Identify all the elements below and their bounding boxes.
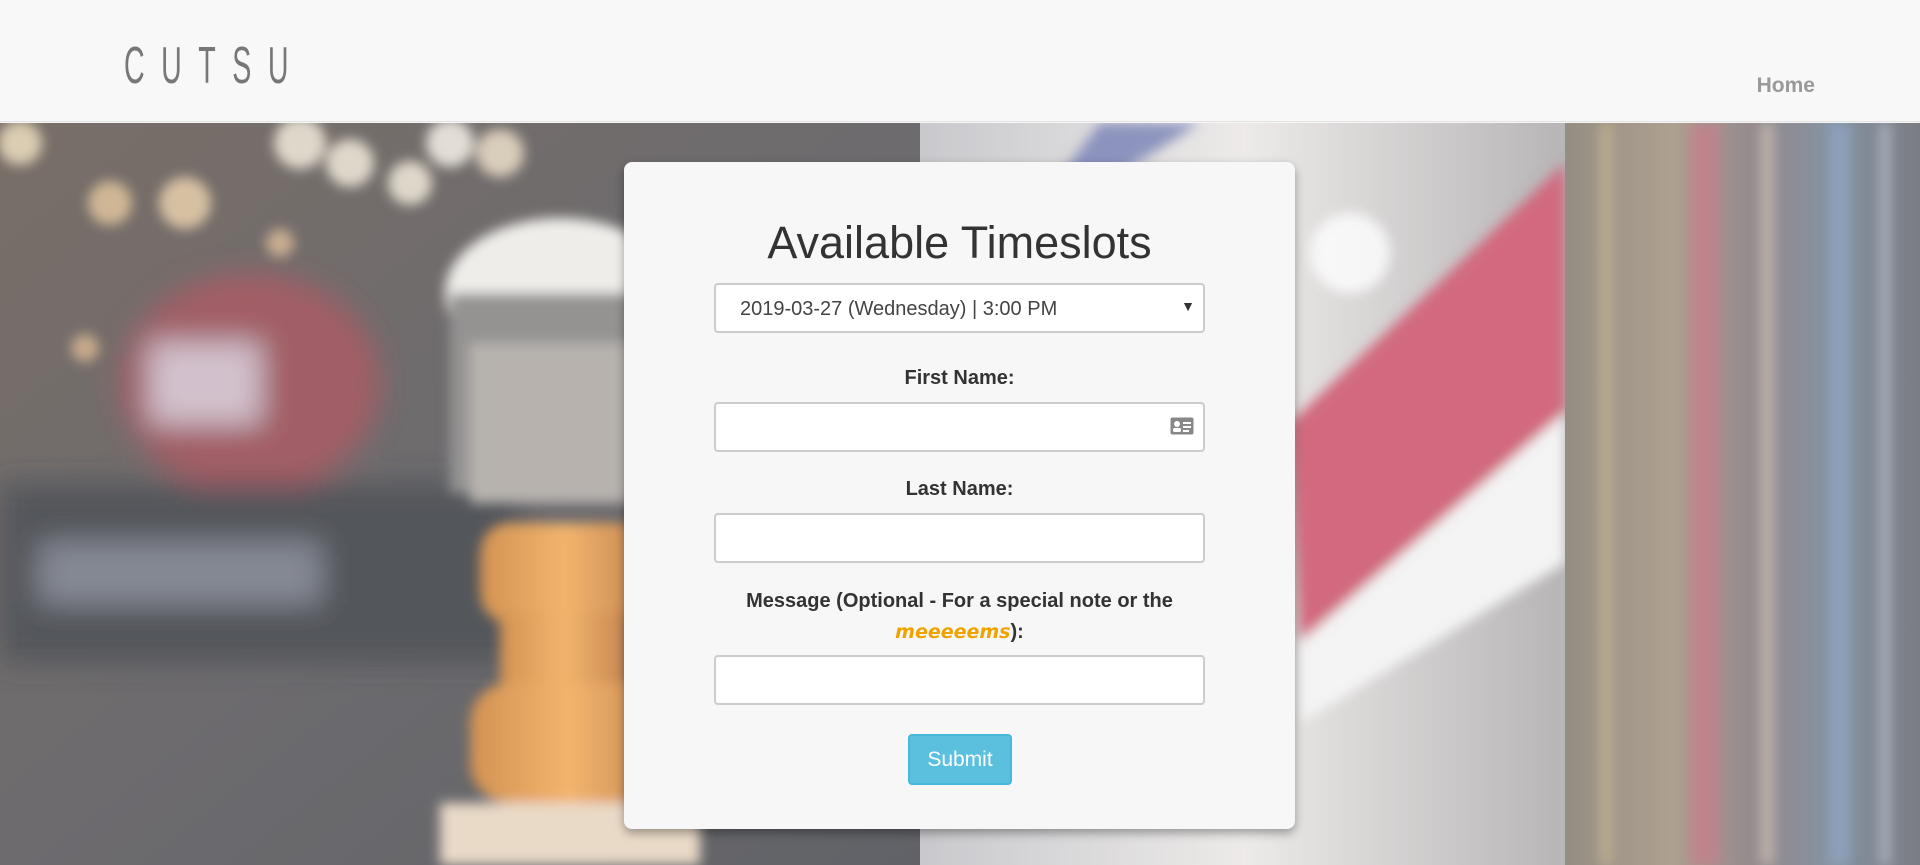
timeslot-select[interactable]: 2019-03-27 (Wednesday) | 3:00 PM ▼ <box>714 283 1205 333</box>
last-name-label: Last Name: <box>905 478 1014 500</box>
caret-down-icon: ▼ <box>1181 298 1195 314</box>
message-input[interactable] <box>714 655 1205 705</box>
timeslot-select-value: 2019-03-27 (Wednesday) | 3:00 PM <box>740 298 1058 320</box>
message-label: Message (Optional - For a special note o… <box>714 586 1205 648</box>
form-title: Available Timeslots <box>767 217 1152 268</box>
top-navbar: CUTSU Home <box>0 0 1920 122</box>
submit-button[interactable]: Submit <box>908 734 1012 785</box>
message-label-prefix: Message (Optional - For a special note o… <box>746 590 1173 612</box>
first-name-label: First Name: <box>904 367 1015 389</box>
timeslot-form-card: Available Timeslots 2019-03-27 (Wednesda… <box>624 162 1295 829</box>
message-label-highlight: meeeeems <box>895 621 1011 643</box>
last-name-input[interactable] <box>714 513 1205 563</box>
message-label-suffix: ): <box>1010 621 1024 643</box>
nav-home-link[interactable]: Home <box>1757 74 1815 98</box>
contact-card-icon[interactable] <box>1170 417 1194 435</box>
brand-logo[interactable]: CUTSU <box>124 40 305 92</box>
first-name-input[interactable] <box>714 402 1205 452</box>
